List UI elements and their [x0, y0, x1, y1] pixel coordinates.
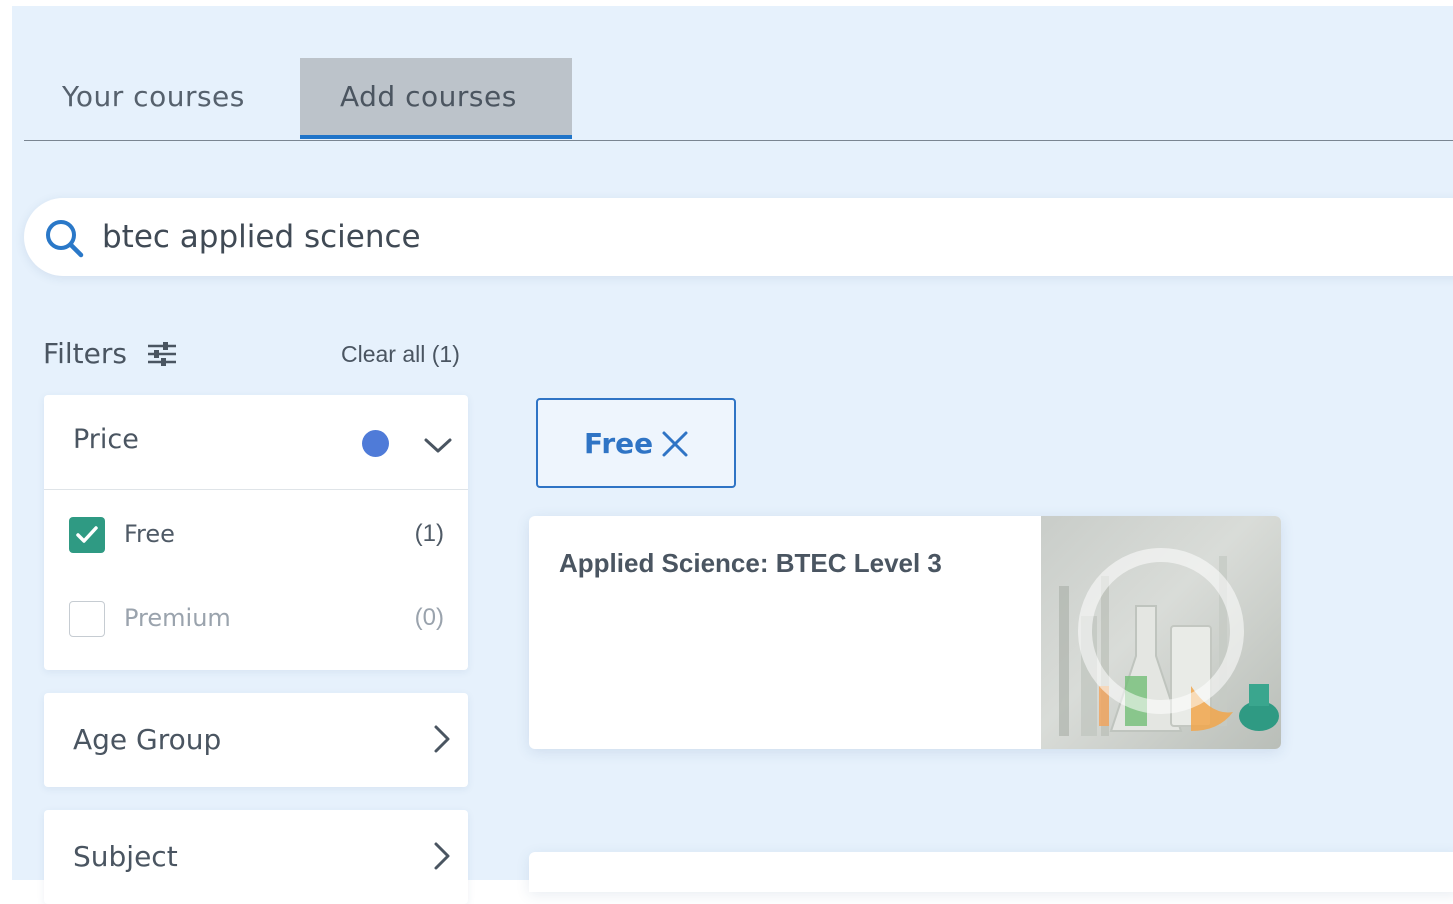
- lab-glassware-image: [1041, 516, 1281, 749]
- course-tabs: Your courses Add courses: [24, 58, 1453, 141]
- free-checkbox[interactable]: [69, 517, 105, 553]
- age-group-filter[interactable]: Age Group: [44, 693, 468, 787]
- search-bar[interactable]: [24, 198, 1453, 276]
- price-filter-panel: Price Free (1) Premium (0): [44, 395, 468, 670]
- subject-filter[interactable]: Subject: [44, 810, 468, 904]
- option-label: Free: [124, 520, 175, 548]
- price-option-premium[interactable]: Premium (0): [69, 599, 444, 639]
- price-filter-title: Price: [73, 424, 139, 455]
- age-group-filter-title: Age Group: [73, 723, 222, 756]
- close-icon[interactable]: [660, 429, 690, 459]
- clear-all-filters-link[interactable]: Clear all (1): [341, 340, 460, 368]
- chip-label: Free: [584, 427, 654, 460]
- active-filter-chip-free[interactable]: Free: [536, 398, 736, 488]
- sliders-icon: [148, 342, 176, 366]
- price-filter-header[interactable]: Price: [44, 395, 468, 490]
- course-title: Applied Science: BTEC Level 3: [559, 548, 942, 578]
- course-result-card-next[interactable]: [529, 852, 1453, 892]
- lab-glassware-illustration: [1059, 548, 1279, 736]
- tab-add-courses[interactable]: Add courses: [300, 58, 572, 139]
- option-count: (0): [414, 604, 444, 631]
- subject-filter-title: Subject: [73, 840, 178, 873]
- course-result-card[interactable]: Applied Science: BTEC Level 3: [529, 516, 1281, 749]
- tab-your-courses[interactable]: Your courses: [24, 58, 300, 138]
- chevron-right-icon: [434, 842, 450, 870]
- option-count: (1): [414, 520, 444, 547]
- option-label: Premium: [124, 604, 231, 632]
- price-option-free[interactable]: Free (1): [69, 515, 444, 555]
- filters-title: Filters: [43, 337, 127, 370]
- search-icon: [46, 220, 84, 258]
- premium-checkbox[interactable]: [69, 601, 105, 637]
- chevron-down-icon: [424, 438, 452, 453]
- search-input[interactable]: [102, 212, 1002, 262]
- active-filter-indicator: [362, 430, 389, 457]
- chevron-right-icon: [434, 725, 450, 753]
- checkmark-icon: [76, 526, 98, 543]
